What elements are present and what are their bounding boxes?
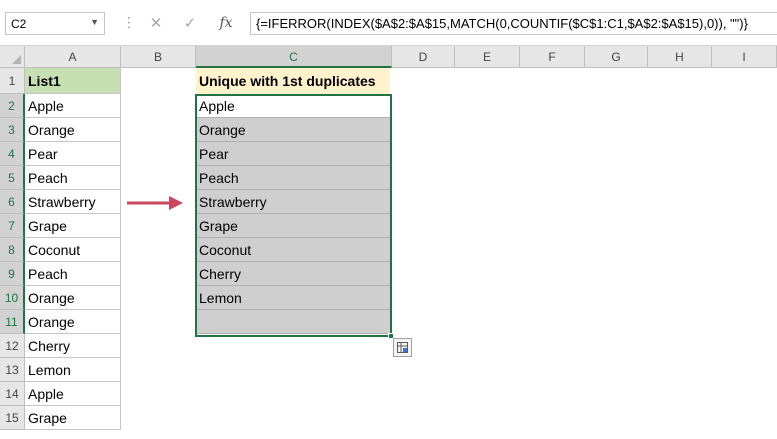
row-header-3[interactable]: 3 (0, 118, 25, 142)
cell-a12[interactable]: Cherry (25, 334, 121, 358)
column-header-d[interactable]: D (392, 46, 455, 68)
row-header-7[interactable]: 7 (0, 214, 25, 238)
row-header-4[interactable]: 4 (0, 142, 25, 166)
row-header-5[interactable]: 5 (0, 166, 25, 190)
worksheet-grid: ABCDEFGHI 1 2 3 4 5 6 7 8 9 10 11 12 13 14 15 List1 App… (0, 46, 777, 439)
row-header-8[interactable]: 8 (0, 238, 25, 262)
column-header-f[interactable]: F (520, 46, 585, 68)
row-header-1[interactable]: 1 (0, 68, 25, 94)
row-header-15[interactable]: 15 (0, 406, 25, 430)
formula-bar: C2 ▼ ⋮ ✕ ✓ fx {=IFERROR(INDEX($A$2:$A$15… (0, 0, 777, 46)
cell-a1[interactable]: List1 (25, 68, 121, 94)
cell-a9[interactable]: Peach (25, 262, 121, 286)
name-box[interactable]: C2 ▼ (5, 12, 105, 35)
quick-analysis-icon (397, 342, 408, 353)
column-header-h[interactable]: H (648, 46, 712, 68)
formula-bar-buttons: ✕ ✓ fx (138, 12, 246, 35)
cancel-icon[interactable]: ✕ (144, 12, 168, 35)
column-header-c[interactable]: C (196, 46, 392, 68)
cell-a14[interactable]: Apple (25, 382, 121, 406)
cell-a2[interactable]: Apple (25, 94, 121, 118)
cell-a13[interactable]: Lemon (25, 358, 121, 382)
row-header-12[interactable]: 12 (0, 334, 25, 358)
formula-bar-grip-icon: ⋮ (122, 14, 136, 30)
cell-a10[interactable]: Orange (25, 286, 121, 310)
column-header-e[interactable]: E (455, 46, 520, 68)
row-header-11[interactable]: 11 (0, 310, 25, 334)
row-header-2[interactable]: 2 (0, 94, 25, 118)
name-box-value: C2 (11, 17, 27, 31)
insert-function-icon[interactable]: fx (214, 12, 238, 35)
chevron-down-icon[interactable]: ▼ (90, 17, 99, 27)
cell-c3[interactable]: Orange (196, 118, 390, 142)
column-header-a[interactable]: A (25, 46, 121, 68)
row-header-13[interactable]: 13 (0, 358, 25, 382)
column-header-i[interactable]: I (712, 46, 777, 68)
cell-a5[interactable]: Peach (25, 166, 121, 190)
cell-c6[interactable]: Strawberry (196, 190, 390, 214)
cell-c2[interactable]: Apple (196, 94, 390, 118)
select-all-button[interactable] (0, 46, 25, 68)
cell-a11[interactable]: Orange (25, 310, 121, 334)
formula-text: {=IFERROR(INDEX($A$2:$A$15,MATCH(0,COUNT… (256, 16, 748, 31)
column-header-b[interactable]: B (121, 46, 196, 68)
cell-c9[interactable]: Cherry (196, 262, 390, 286)
enter-icon[interactable]: ✓ (178, 12, 202, 35)
cell-c10[interactable]: Lemon (196, 286, 390, 310)
cell-c7[interactable]: Grape (196, 214, 390, 238)
cell-a6[interactable]: Strawberry (25, 190, 121, 214)
row-header-9[interactable]: 9 (0, 262, 25, 286)
cell-a3[interactable]: Orange (25, 118, 121, 142)
cell-c5[interactable]: Peach (196, 166, 390, 190)
cell-c8[interactable]: Coconut (196, 238, 390, 262)
formula-input[interactable]: {=IFERROR(INDEX($A$2:$A$15,MATCH(0,COUNT… (250, 12, 777, 35)
quick-analysis-button[interactable] (393, 338, 412, 357)
cell-a4[interactable]: Pear (25, 142, 121, 166)
cell-a15[interactable]: Grape (25, 406, 121, 430)
cell-a7[interactable]: Grape (25, 214, 121, 238)
column-header-g[interactable]: G (585, 46, 648, 68)
select-all-triangle-icon (12, 55, 21, 64)
cell-c11[interactable] (196, 310, 390, 334)
row-header-10[interactable]: 10 (0, 286, 25, 310)
cell-c4[interactable]: Pear (196, 142, 390, 166)
cell-c1[interactable]: Unique with 1st duplicates (196, 68, 390, 94)
row-header-14[interactable]: 14 (0, 382, 25, 406)
arrow-right-icon (127, 196, 183, 210)
cell-a8[interactable]: Coconut (25, 238, 121, 262)
row-header-6[interactable]: 6 (0, 190, 25, 214)
